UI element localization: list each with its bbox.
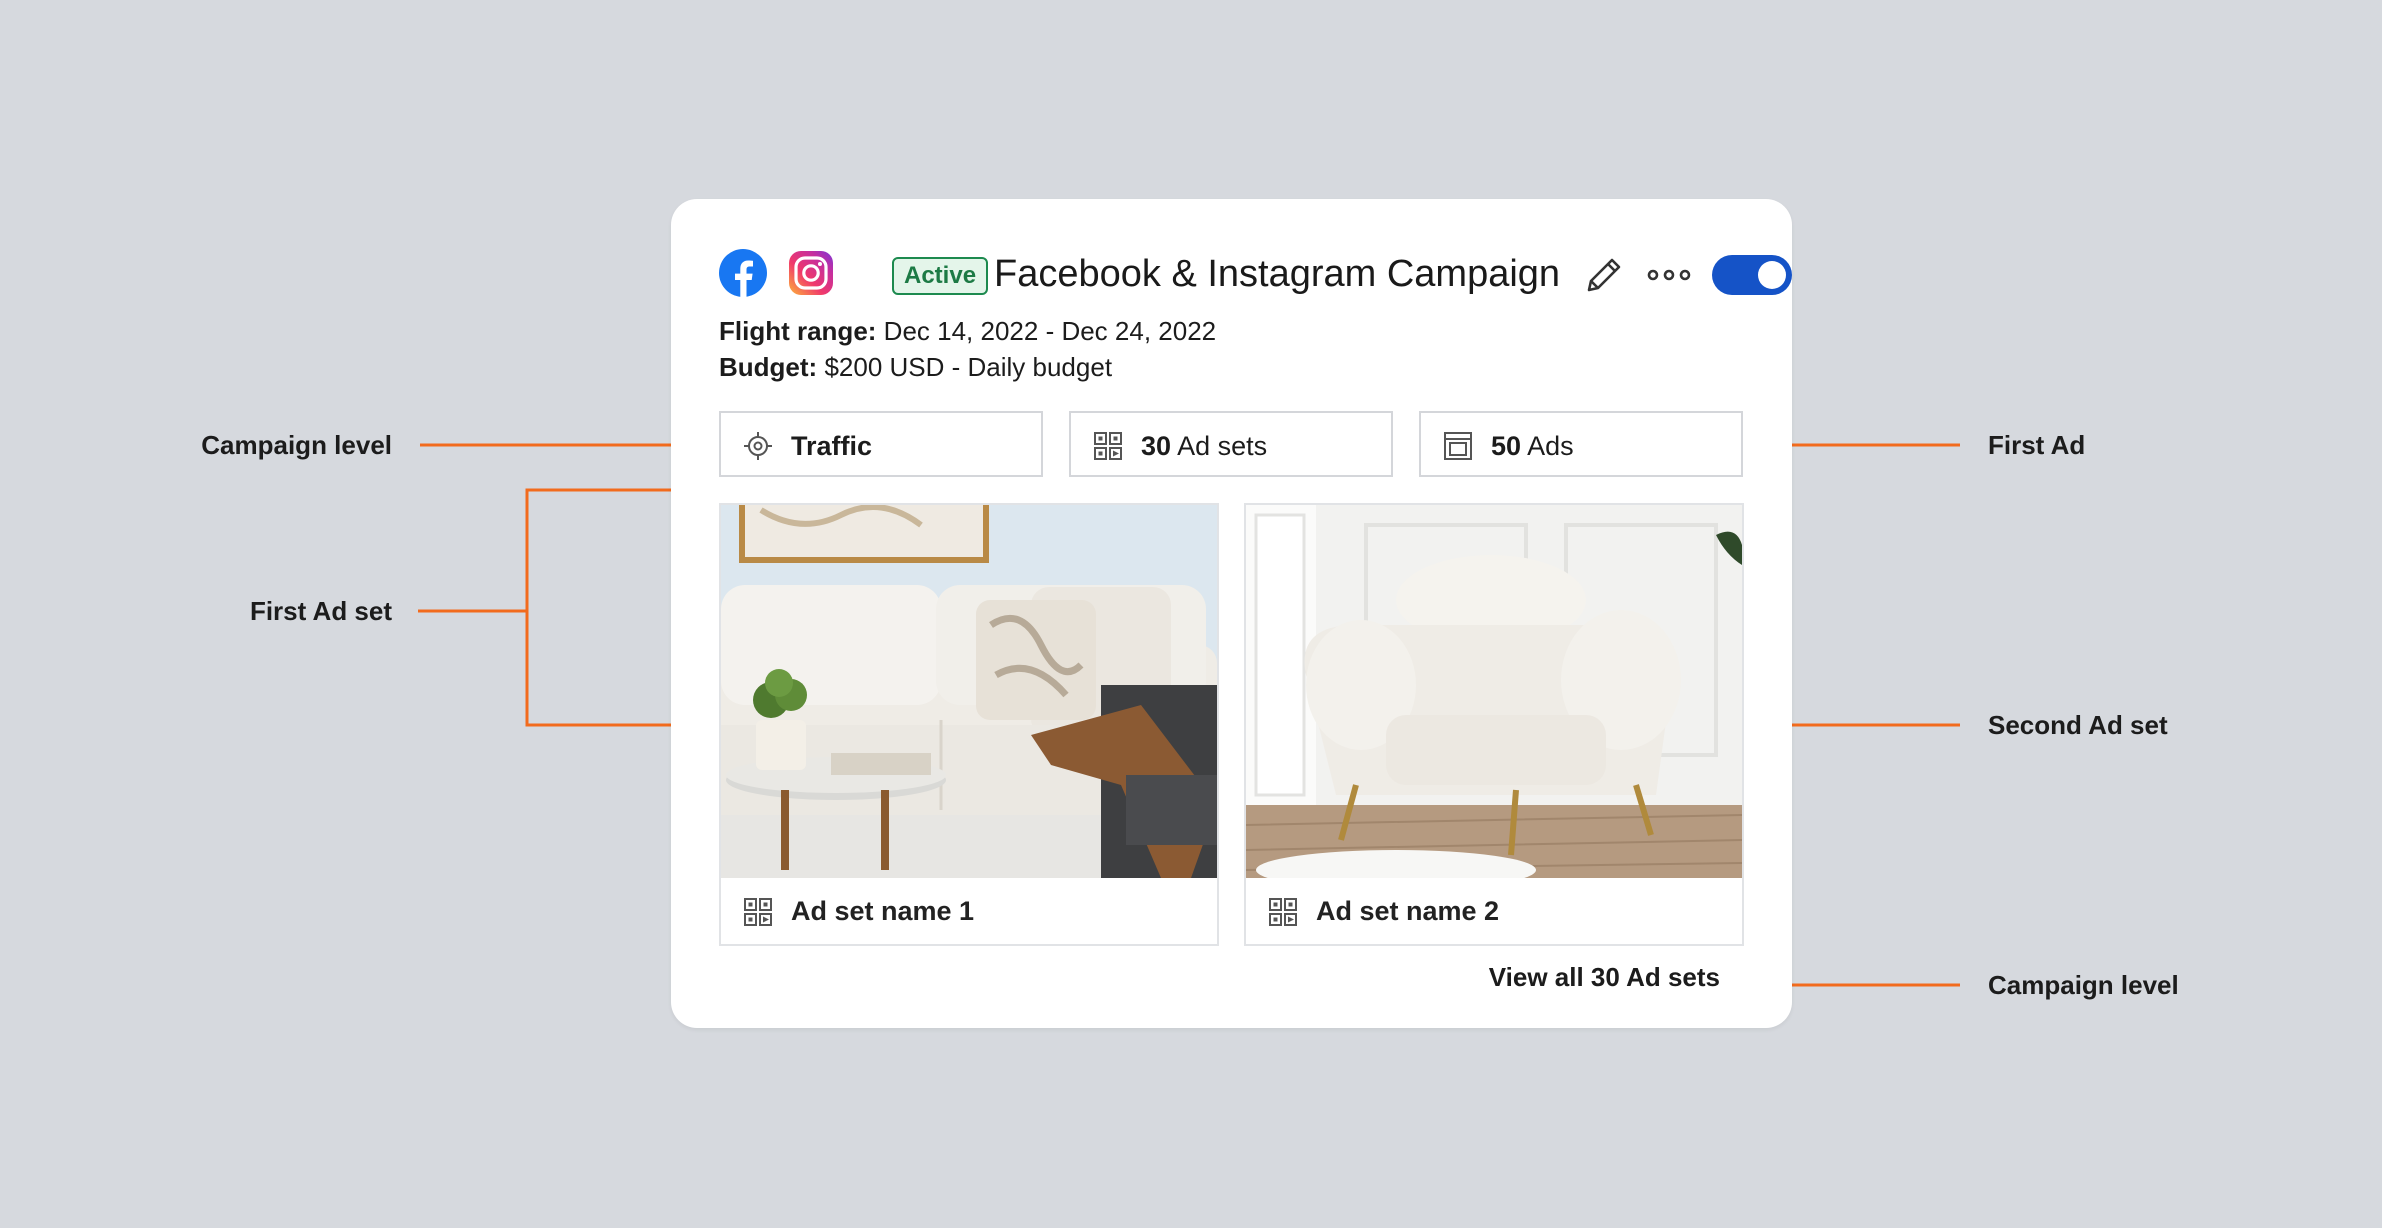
- target-icon: [744, 432, 772, 460]
- budget-value: $200 USD - Daily budget: [824, 352, 1113, 382]
- annotation-first-ad: First Ad: [1988, 430, 2086, 460]
- adsets-count-label: 30 Ad sets: [1141, 431, 1268, 461]
- facebook-icon: [719, 249, 767, 297]
- campaign-title: Facebook & Instagram Campaign: [994, 253, 1561, 295]
- adset-card[interactable]: Ad set name 2: [1244, 503, 1744, 946]
- adset-grid-icon: [1269, 898, 1297, 926]
- ad-window-icon: [1444, 432, 1472, 460]
- budget: Budget: $200 USD - Daily budget: [719, 352, 1112, 382]
- ads-stat[interactable]: 50 Ads: [1419, 411, 1743, 477]
- living-room-sofa-image: [721, 505, 1217, 878]
- status-badge: Active: [892, 257, 989, 295]
- instagram-icon: [789, 251, 833, 295]
- flight-range-value: Dec 14, 2022 - Dec 24, 2022: [883, 316, 1217, 346]
- edit-pencil-icon[interactable]: [1583, 254, 1625, 296]
- campaign-toggle[interactable]: [1712, 255, 1792, 295]
- toggle-knob: [1758, 261, 1786, 289]
- view-all-adsets-link[interactable]: View all 30 Ad sets: [1489, 962, 1720, 992]
- annotation-second-ad-set: Second Ad set: [1988, 710, 2168, 740]
- annotation-campaign-level-top: Campaign level: [201, 430, 392, 460]
- flight-range-label: Flight range:: [719, 316, 877, 346]
- adsets-stat[interactable]: 30 Ad sets: [1069, 411, 1393, 477]
- armchair-image: [1246, 505, 1742, 878]
- adset-grid-icon: [744, 898, 772, 926]
- annotation-campaign-level-bottom: Campaign level: [1988, 970, 2179, 1000]
- adset-name: Ad set name 1: [791, 896, 975, 926]
- annotation-first-ad-set: First Ad set: [249, 596, 392, 626]
- objective-stat[interactable]: Traffic: [719, 411, 1043, 477]
- flight-range: Flight range: Dec 14, 2022 - Dec 24, 202…: [719, 316, 1216, 346]
- adset-grid-icon: [1094, 432, 1122, 460]
- ads-count-label: 50 Ads: [1491, 431, 1574, 461]
- objective-label: Traffic: [791, 431, 873, 461]
- adset-card[interactable]: Ad set name 1: [719, 503, 1219, 946]
- campaign-header: Active Facebook & Instagram Campaign: [719, 249, 1792, 299]
- campaign-card: Active Facebook & Instagram Campaign Fli…: [671, 199, 1792, 1028]
- adset-name: Ad set name 2: [1316, 896, 1500, 926]
- budget-label: Budget:: [719, 352, 818, 382]
- more-options-icon[interactable]: [1647, 269, 1691, 281]
